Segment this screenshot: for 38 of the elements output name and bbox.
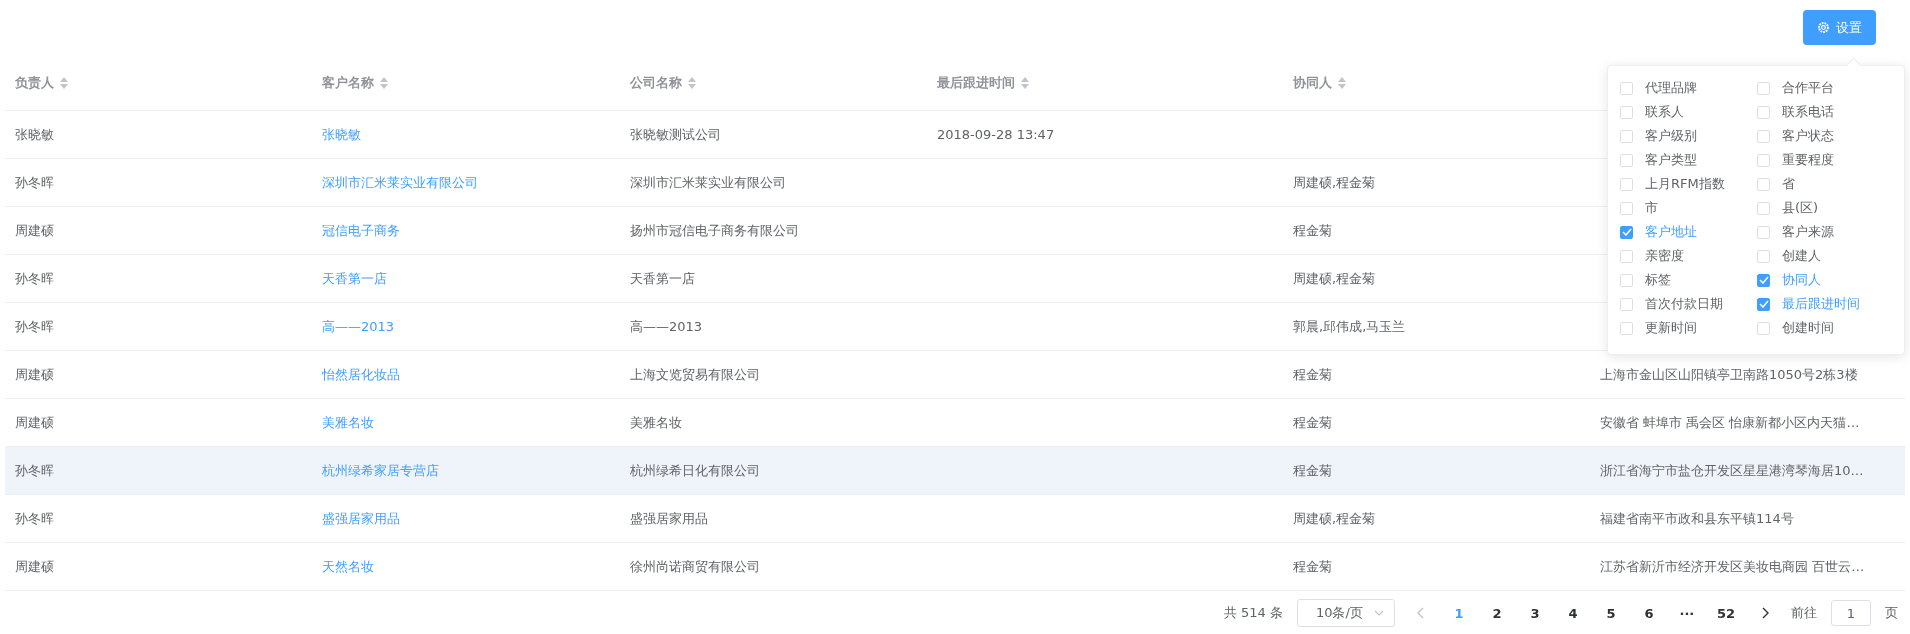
table-cell: 深圳市汇米莱实业有限公司: [630, 173, 786, 192]
table-cell: 2018-09-28 13:47: [937, 127, 1055, 142]
table-cell: 程金菊: [1293, 461, 1332, 480]
table-cell: 上海文览贸易有限公司: [630, 365, 760, 384]
table-cell: 程金菊: [1293, 557, 1332, 576]
table-cell: 程金菊: [1293, 413, 1332, 432]
table-cell: 张晓敏测试公司: [630, 125, 721, 144]
table-cell: 福建省南平市政和县东平镇114号: [1600, 509, 1794, 528]
table-cell: 孙冬晖: [15, 317, 54, 336]
table-cell: 周建硕,程金菊: [1293, 509, 1376, 528]
table-cell: 安徽省 蚌埠市 禹会区 怡康新都小区内天猫…: [1600, 413, 1860, 432]
total-count: 共 514 条: [1223, 604, 1283, 622]
table-cell: 江苏省新沂市经济开发区美妆电商园 百世云…: [1600, 557, 1865, 576]
table-cell: 孙冬晖: [15, 269, 54, 288]
table-cell: 周建硕: [15, 365, 54, 384]
table-cell: 孙冬晖: [15, 173, 54, 192]
table-cell: 杭州绿希日化有限公司: [630, 461, 760, 480]
goto-label: 前往: [1791, 604, 1817, 622]
page-suffix: 页: [1885, 604, 1898, 622]
table-cell: 周建硕,程金菊: [1293, 173, 1376, 192]
table-cell: 程金菊: [1293, 221, 1332, 240]
table-cell: 孙冬晖: [15, 509, 54, 528]
table-cell: 扬州市冠信电子商务有限公司: [630, 221, 799, 240]
table-cell: 周建硕: [15, 557, 54, 576]
table-cell: 浙江省海宁市盐仓开发区星星港湾琴海居10…: [1600, 461, 1864, 480]
table-cell: 孙冬晖: [15, 461, 54, 480]
table-cell: 高——2013: [630, 317, 703, 336]
table-cell: 上海市金山区山阳镇亭卫南路1050号2栋3楼: [1600, 365, 1858, 384]
table-cell: 周建硕,程金菊: [1293, 269, 1376, 288]
table-cell: 郭晨,邱伟成,马玉兰: [1293, 317, 1406, 336]
table-cell: 张晓敏: [15, 125, 54, 144]
table-cell: 周建硕: [15, 413, 54, 432]
table-cell: 徐州尚诺商贸有限公司: [630, 557, 760, 576]
table-cell: 盛强居家用品: [630, 509, 708, 528]
table-cell: 程金菊: [1293, 365, 1332, 384]
table-cell: 周建硕: [15, 221, 54, 240]
table-cell: 美雅名妆: [630, 413, 682, 432]
table-cell: 天香第一店: [630, 269, 695, 288]
